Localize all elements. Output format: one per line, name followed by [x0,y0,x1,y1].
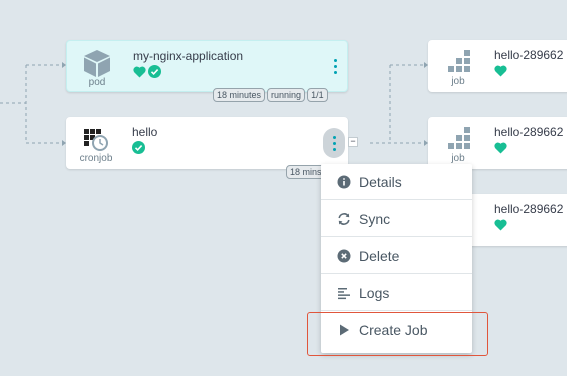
menu-item-label: Details [359,173,402,190]
job-node[interactable]: job hello-289662 [428,117,567,169]
align-left-icon [337,286,351,300]
age-tag: 18 minutes [213,88,266,102]
age-tag: 18 mins [286,165,326,179]
ready-tag: 1/1 [307,88,328,102]
node-actions-menu-button[interactable] [324,51,346,81]
menu-item-details[interactable]: Details [321,164,472,200]
node-kind-label: pod [88,77,106,88]
info-icon [337,175,351,189]
pod-node-my-nginx-application[interactable]: pod my-nginx-application [66,40,348,92]
node-info-tags: 18 minutes running 1/1 [213,88,328,102]
node-name: hello-289662 [494,48,564,62]
node-name: my-nginx-application [133,49,244,63]
create-job-highlight-box [307,312,488,356]
node-kind-label: cronjob [79,153,113,164]
healthy-heart-icon [494,141,507,159]
synced-check-icon [132,141,145,159]
job-node[interactable]: job hello-289662 [428,40,567,92]
healthy-heart-icon [494,218,507,236]
menu-item-label: Delete [359,247,400,264]
menu-item-sync[interactable]: Sync [321,201,472,237]
node-name: hello [132,125,158,139]
node-name: hello-289662 [494,202,564,216]
healthy-heart-icon [494,64,507,82]
cronjob-node-hello[interactable]: cronjob hello [66,117,348,169]
job-icon [436,121,480,157]
node-kind-label: job [451,153,465,164]
menu-item-label: Logs [359,284,390,301]
node-actions-menu-button[interactable] [323,128,345,158]
node-kind-label: job [451,76,465,87]
collapse-toggle[interactable]: − [348,137,358,147]
menu-item-delete[interactable]: Delete [321,238,472,274]
close-circle-icon [337,249,351,263]
healthy-heart-icon [133,65,146,83]
menu-item-label: Sync [359,210,391,227]
job-icon [436,44,480,80]
cronjob-icon [74,121,118,157]
cube-icon [75,45,119,81]
synced-check-icon [148,65,161,83]
node-name: hello-289662 [494,125,564,139]
menu-item-logs[interactable]: Logs [321,275,472,311]
sync-icon [337,212,351,226]
status-tag: running [267,88,306,102]
